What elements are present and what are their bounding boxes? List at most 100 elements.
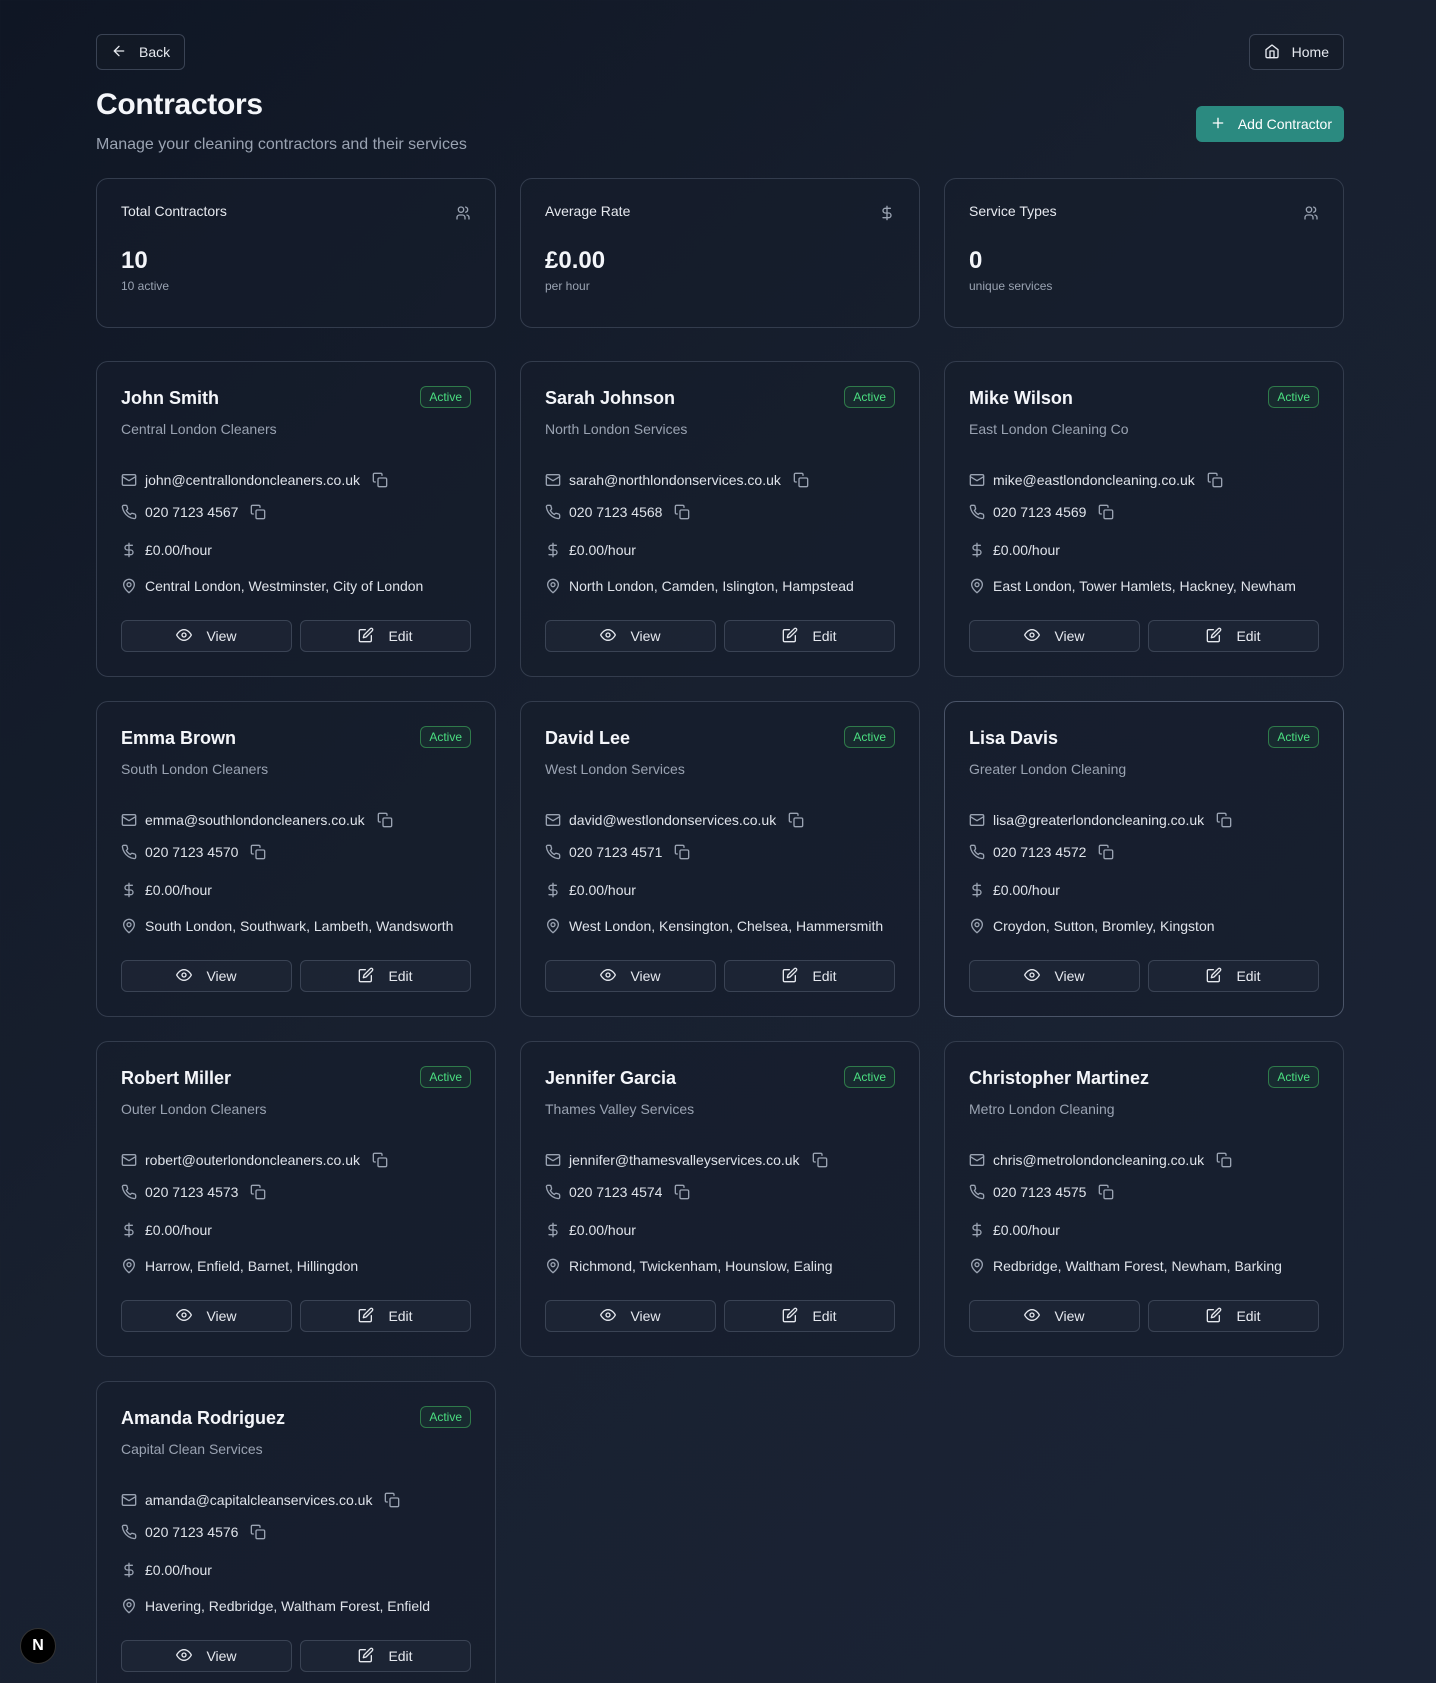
mail-icon	[969, 1152, 985, 1168]
edit-button[interactable]: Edit	[1148, 620, 1319, 652]
contractor-company: North London Services	[545, 421, 688, 437]
home-icon	[1264, 43, 1280, 62]
phone-icon	[545, 504, 561, 520]
card-actions: View Edit	[969, 1300, 1319, 1332]
edit-button[interactable]: Edit	[300, 1300, 471, 1332]
contractor-phone: 020 7123 4573	[145, 1184, 239, 1200]
view-button[interactable]: View	[969, 620, 1140, 652]
contractor-email: amanda@capitalcleanservices.co.uk	[145, 1492, 373, 1508]
back-button[interactable]: Back	[96, 34, 186, 70]
status-badge: Active	[844, 386, 895, 408]
email-row: mike@eastlondoncleaning.co.uk	[969, 472, 1223, 488]
contractor-areas: East London, Tower Hamlets, Hackney, New…	[993, 578, 1296, 594]
rate-row: £0.00/hour	[545, 1222, 636, 1238]
copy-phone-icon[interactable]	[674, 1184, 690, 1200]
view-label: View	[630, 1308, 661, 1324]
email-row: sarah@northlondonservices.co.uk	[545, 472, 809, 488]
contractor-name: Mike Wilson	[969, 388, 1073, 408]
contractor-grid: John Smith Active Central London Cleaner…	[96, 361, 1344, 1683]
copy-phone-icon[interactable]	[250, 844, 266, 860]
copy-email-icon[interactable]	[788, 812, 804, 828]
contractor-areas: North London, Camden, Islington, Hampste…	[569, 578, 854, 594]
view-label: View	[1054, 628, 1085, 644]
copy-email-icon[interactable]	[377, 812, 393, 828]
mail-icon	[969, 472, 985, 488]
edit-button[interactable]: Edit	[724, 960, 895, 992]
contractor-phone: 020 7123 4567	[145, 504, 239, 520]
areas-row: North London, Camden, Islington, Hampste…	[545, 578, 854, 594]
home-button[interactable]: Home	[1248, 34, 1344, 70]
top-bar: Back Home	[96, 34, 1344, 70]
stat-label: Total Contractors	[121, 203, 227, 219]
copy-phone-icon[interactable]	[250, 1524, 266, 1540]
edit-button[interactable]: Edit	[300, 960, 471, 992]
areas-row: South London, Southwark, Lambeth, Wandsw…	[121, 918, 453, 934]
copy-email-icon[interactable]	[793, 472, 809, 488]
rate-row: £0.00/hour	[545, 882, 636, 898]
edit-icon	[782, 1307, 798, 1326]
phone-row: 020 7123 4576	[121, 1524, 266, 1540]
view-button[interactable]: View	[121, 960, 292, 992]
copy-phone-icon[interactable]	[674, 844, 690, 860]
mail-icon	[545, 812, 561, 828]
copy-email-icon[interactable]	[1216, 1152, 1232, 1168]
card-actions: View Edit	[545, 1300, 895, 1332]
contractor-company: Capital Clean Services	[121, 1441, 263, 1457]
view-button[interactable]: View	[545, 620, 716, 652]
view-label: View	[630, 628, 661, 644]
contractor-card: Mike Wilson Active East London Cleaning …	[944, 361, 1344, 677]
copy-phone-icon[interactable]	[250, 504, 266, 520]
eye-icon	[176, 1307, 193, 1326]
rate-row: £0.00/hour	[121, 1562, 212, 1578]
edit-button[interactable]: Edit	[300, 620, 471, 652]
contractor-card: Emma Brown Active South London Cleaners …	[96, 701, 496, 1017]
copy-phone-icon[interactable]	[674, 504, 690, 520]
contractor-company: Metro London Cleaning	[969, 1101, 1115, 1117]
map-pin-icon	[545, 918, 561, 934]
add-contractor-button[interactable]: Add Contractor	[1195, 106, 1344, 142]
contractor-card: Robert Miller Active Outer London Cleane…	[96, 1041, 496, 1357]
copy-email-icon[interactable]	[372, 1152, 388, 1168]
contractor-email: robert@outerlondoncleaners.co.uk	[145, 1152, 361, 1168]
contractor-rate: £0.00/hour	[569, 1222, 636, 1238]
copy-email-icon[interactable]	[812, 1152, 828, 1168]
view-button[interactable]: View	[121, 620, 292, 652]
contractor-areas: West London, Kensington, Chelsea, Hammer…	[569, 918, 884, 934]
edit-button[interactable]: Edit	[724, 1300, 895, 1332]
copy-phone-icon[interactable]	[1098, 1184, 1114, 1200]
card-actions: View Edit	[969, 620, 1319, 652]
contractor-rate: £0.00/hour	[145, 542, 212, 558]
plus-icon	[1210, 115, 1226, 134]
view-button[interactable]: View	[545, 960, 716, 992]
view-button[interactable]: View	[969, 1300, 1140, 1332]
copy-email-icon[interactable]	[384, 1492, 400, 1508]
phone-row: 020 7123 4568	[545, 504, 690, 520]
contractor-areas: Havering, Redbridge, Waltham Forest, Enf…	[145, 1598, 431, 1614]
copy-phone-icon[interactable]	[250, 1184, 266, 1200]
edit-button[interactable]: Edit	[724, 620, 895, 652]
view-button[interactable]: View	[969, 960, 1140, 992]
view-button[interactable]: View	[545, 1300, 716, 1332]
phone-icon	[121, 1184, 137, 1200]
view-button[interactable]: View	[121, 1640, 292, 1672]
map-pin-icon	[121, 578, 137, 594]
stat-card: Total Contractors 10 10 active	[96, 178, 496, 328]
edit-button[interactable]: Edit	[1148, 960, 1319, 992]
copy-email-icon[interactable]	[1207, 472, 1223, 488]
edit-button[interactable]: Edit	[300, 1640, 471, 1672]
contractor-card: John Smith Active Central London Cleaner…	[96, 361, 496, 677]
edit-button[interactable]: Edit	[1148, 1300, 1319, 1332]
copy-email-icon[interactable]	[372, 472, 388, 488]
dev-tools-badge[interactable]: N	[20, 1628, 56, 1664]
copy-email-icon[interactable]	[1216, 812, 1232, 828]
copy-phone-icon[interactable]	[1098, 844, 1114, 860]
dollar-icon	[969, 882, 985, 898]
email-row: emma@southlondoncleaners.co.uk	[121, 812, 393, 828]
copy-phone-icon[interactable]	[1098, 504, 1114, 520]
view-button[interactable]: View	[121, 1300, 292, 1332]
edit-icon	[358, 627, 374, 646]
rate-row: £0.00/hour	[969, 1222, 1060, 1238]
card-actions: View Edit	[121, 620, 471, 652]
email-row: chris@metrolondoncleaning.co.uk	[969, 1152, 1232, 1168]
mail-icon	[545, 1152, 561, 1168]
